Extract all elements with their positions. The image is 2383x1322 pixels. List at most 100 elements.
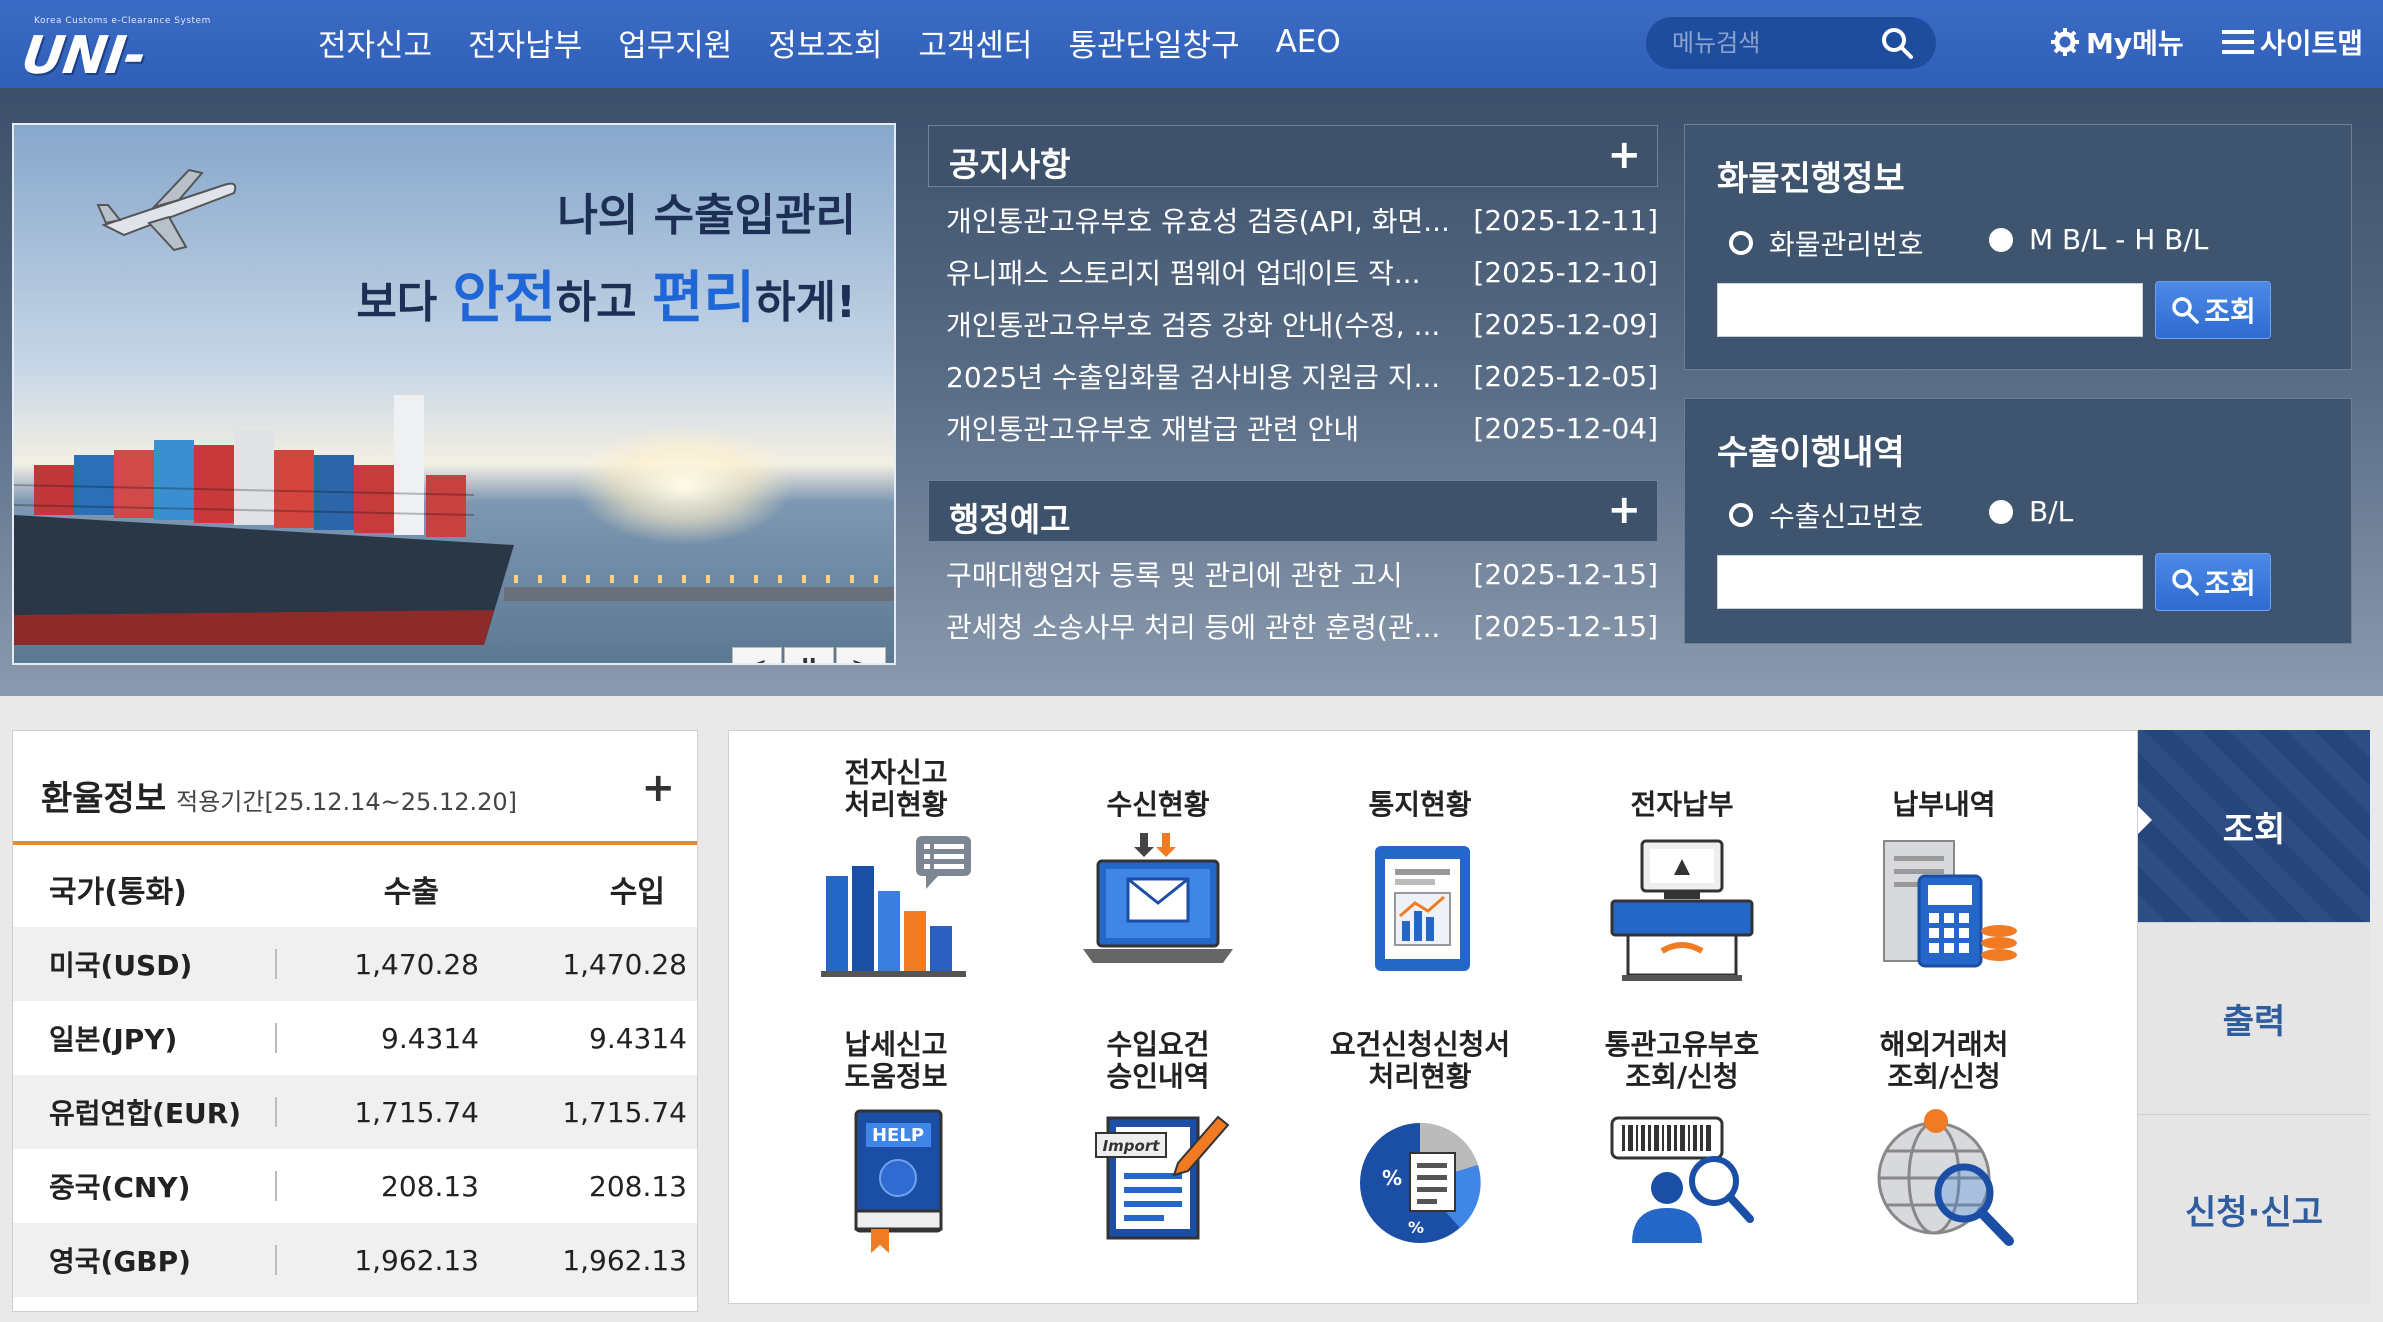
nav-aeo[interactable]: AEO	[1258, 24, 1359, 60]
radio-unselected	[1729, 231, 1753, 255]
export-radio-decl-no-label: 수출신고번호	[1769, 500, 1924, 533]
global-nav: 전자신고 전자납부 업무지원 정보조회 고객센터 통관단일창구 AEO	[300, 14, 1359, 70]
service-overseas-partner[interactable]: 해외거래처 조회/신청	[1819, 1023, 2069, 1293]
nav-single-window[interactable]: 통관단일창구	[1050, 20, 1257, 65]
service-e-filing-status[interactable]: 전자신고 처리현황	[771, 751, 1021, 1021]
service-requirement-status[interactable]: 요건신청신청서 처리현황 % %	[1295, 1023, 1545, 1293]
notice-item[interactable]: 2025년 수출입화물 검사비용 지원금 지... [2025-12-05]	[946, 350, 1658, 402]
my-menu-link[interactable]: My메뉴	[2050, 22, 2184, 62]
main-banner[interactable]: 나의 수출입관리 보다 안전하고 편리하게!	[12, 123, 896, 665]
report-clipboard-icon	[1375, 846, 1470, 971]
tab-print[interactable]: 출력	[2138, 922, 2370, 1114]
notice-item-title: 2025년 수출입화물 검사비용 지원금 지...	[946, 361, 1441, 394]
cargo-radio-bl-label: M B/L - H B/L	[2029, 223, 2209, 256]
menu-search	[1646, 17, 1936, 69]
menu-search-input[interactable]	[1646, 29, 1866, 57]
cargo-radio-mgmt-no[interactable]: 화물관리번호	[1729, 223, 1924, 263]
export-radio-decl-no[interactable]: 수출신고번호	[1729, 495, 1924, 535]
banner-highlight-convenient: 편리	[651, 266, 755, 331]
notice-item-date: [2025-12-04]	[1473, 411, 1658, 445]
service-label: 납부내역	[1892, 788, 1996, 821]
fx-row: 중국(CNY) 208.13 208.13	[13, 1149, 697, 1223]
help-book-icon: HELP	[854, 1109, 943, 1253]
nav-e-filing[interactable]: 전자신고	[300, 20, 450, 65]
admin-notice-item[interactable]: 구매대행업자 등록 및 관리에 관한 고시 [2025-12-15]	[946, 548, 1658, 600]
service-import-approval[interactable]: 수입요건 승인내역 Import	[1033, 1023, 1283, 1293]
cargo-search-button[interactable]: 조회	[2155, 281, 2271, 339]
tab-inquiry[interactable]: 조회	[2138, 730, 2370, 922]
radio-unselected	[1729, 503, 1753, 527]
banner-pause-button[interactable]: II	[784, 647, 834, 663]
nav-e-payment[interactable]: 전자납부	[450, 20, 600, 65]
admin-notice-title: 행정예고	[949, 500, 1071, 539]
svg-text:Import: Import	[1103, 1137, 1161, 1155]
sitemap-label: 사이트맵	[2260, 27, 2364, 60]
fx-import-rate: 1,715.74	[562, 1095, 687, 1129]
service-e-payment[interactable]: 전자납부	[1557, 751, 1807, 1021]
fx-export-rate: 208.13	[381, 1169, 479, 1203]
fx-row: 유럽연합(EUR) 1,715.74 1,715.74	[13, 1075, 697, 1149]
export-radio-bl[interactable]: B/L	[1989, 495, 2073, 528]
cargo-progress-panel: 화물진행정보 화물관리번호 M B/L - H B/L 조회	[1684, 124, 2352, 370]
nav-customer-center[interactable]: 고객센터	[900, 20, 1050, 65]
banner-subheadline: 보다 안전하고 편리하게!	[356, 253, 856, 334]
notice-more-button[interactable]: +	[1607, 132, 1641, 178]
unipass-logo[interactable]: Korea Customs e-Clearance System UNI-PAS…	[10, 10, 244, 146]
admin-notice-header: 행정예고 +	[928, 480, 1658, 542]
admin-notice-item-title: 관세청 소송사무 처리 등에 관한 훈령(관...	[946, 611, 1441, 644]
globe-search-icon	[1877, 1109, 2014, 1246]
radio-selected	[1989, 227, 2013, 252]
banner-prev-button[interactable]: <	[732, 647, 782, 663]
nav-work-support[interactable]: 업무지원	[600, 20, 750, 65]
export-panel-title: 수출이행내역	[1717, 433, 1905, 473]
service-label: 수입요건 승인내역	[1106, 1028, 1210, 1093]
fx-import-rate: 1,962.13	[562, 1243, 687, 1277]
service-tax-help[interactable]: 납세신고 도움정보 HELP	[771, 1023, 1021, 1293]
notice-item[interactable]: 개인통관고유부호 유효성 검증(API, 화면... [2025-12-11]	[946, 194, 1658, 246]
gear-icon	[2051, 28, 2079, 56]
fx-country: 유럽연합(EUR)	[49, 1097, 242, 1130]
cargo-radio-mgmt-no-label: 화물관리번호	[1769, 228, 1924, 261]
cargo-radio-bl[interactable]: M B/L - H B/L	[1989, 223, 2208, 256]
fx-more-button[interactable]: +	[641, 765, 675, 811]
service-label: 해외거래처 조회/신청	[1879, 1028, 2009, 1093]
service-receipt-status[interactable]: 수신현황	[1033, 751, 1283, 1021]
fx-export-rate: 1,470.28	[354, 947, 479, 981]
radio-selected	[1989, 499, 2013, 524]
banner-text-post: 하게!	[754, 277, 856, 328]
nav-info-inquiry[interactable]: 정보조회	[750, 20, 900, 65]
notice-item[interactable]: 개인통관고유부호 검증 강화 안내(수정, ... [2025-12-09]	[946, 298, 1658, 350]
service-notice-status[interactable]: 통지현황	[1295, 751, 1545, 1021]
notice-item[interactable]: 개인통관고유부호 재발급 관련 안내 [2025-12-04]	[946, 402, 1658, 454]
service-label: 전자납부	[1630, 788, 1734, 821]
pier-lights	[514, 575, 894, 583]
service-label: 통지현황	[1368, 788, 1472, 821]
cargo-number-input[interactable]	[1717, 283, 2143, 337]
fx-table-header: 국가(통화) 수출 수입	[13, 851, 697, 927]
svg-text:HELP: HELP	[872, 1125, 924, 1146]
banner-text-mid: 하고	[555, 277, 652, 328]
pier	[504, 587, 894, 601]
notice-item[interactable]: 유니패스 스토리지 펌웨어 업데이트 작... [2025-12-10]	[946, 246, 1658, 298]
admin-notice-item[interactable]: 관세청 소송사무 처리 등에 관한 훈령(관... [2025-12-15]	[946, 600, 1658, 652]
fx-separator	[275, 1097, 277, 1127]
service-label: 통관고유부호 조회/신청	[1604, 1028, 1760, 1093]
fx-title: 환율정보 적용기간[25.12.14~25.12.20]	[41, 771, 517, 820]
tab-apply-report[interactable]: 신청·신고	[2138, 1114, 2370, 1304]
search-icon[interactable]	[1880, 26, 1914, 60]
fx-country: 미국(USD)	[49, 949, 193, 982]
banner-next-button[interactable]: >	[836, 647, 886, 663]
service-customs-id[interactable]: 통관고유부호 조회/신청	[1557, 1023, 1807, 1293]
banner-headline: 나의 수출입관리	[557, 190, 856, 241]
sitemap-link[interactable]: 사이트맵	[2222, 22, 2363, 62]
admin-notice-more-button[interactable]: +	[1607, 487, 1641, 533]
service-label: 납세신고 도움정보	[844, 1028, 948, 1093]
fx-import-rate: 9.4314	[589, 1021, 687, 1055]
export-number-input[interactable]	[1717, 555, 2143, 609]
svg-text:%: %	[1382, 1166, 1402, 1190]
service-payment-history[interactable]: 납부내역	[1819, 751, 2069, 1021]
container-ship-image	[14, 395, 514, 645]
fx-separator	[275, 1023, 277, 1053]
export-search-button[interactable]: 조회	[2155, 553, 2271, 611]
svg-text:%: %	[1408, 1218, 1424, 1237]
